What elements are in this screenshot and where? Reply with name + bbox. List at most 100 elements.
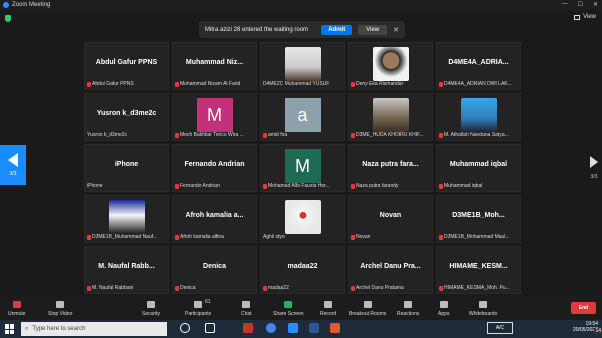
participant-name: Yusron k_d3me2c — [87, 132, 128, 138]
participant-tile[interactable]: M Moch Bakhtiar Torico Wira ... — [172, 93, 257, 141]
end-meeting-button[interactable]: End — [571, 302, 596, 314]
participant-tile[interactable]: M. Athallah Nandana Satya... — [436, 93, 521, 141]
participant-label: HIMAME_KESMA_Moh. Pu... — [439, 285, 510, 291]
participant-tile[interactable]: D3ME_HUDA KHOIRU KHIF... — [348, 93, 433, 141]
next-page-button[interactable]: 3/3 — [590, 156, 598, 180]
whiteboards-button[interactable]: Whiteboards — [469, 301, 497, 317]
participant-tile[interactable]: Denica Denica — [172, 246, 257, 294]
chrome-icon[interactable] — [266, 323, 276, 333]
arrow-right-icon — [590, 156, 598, 168]
participant-label: M. Athallah Nandana Satya... — [439, 132, 509, 138]
participant-name: Abdul Gafur PPNS — [92, 81, 134, 87]
chat-button[interactable]: Chat — [241, 301, 252, 317]
participant-name: Deny Eka Rismandar — [356, 81, 404, 87]
previous-page-button[interactable]: 3/3 — [0, 145, 26, 185]
participant-tile[interactable]: madaa22 madaa22 — [260, 246, 345, 294]
participant-tile[interactable]: iPhone iPhone — [84, 144, 169, 192]
cortana-icon[interactable] — [180, 323, 190, 333]
notification-badge[interactable]: 14 — [594, 328, 602, 334]
app-icon[interactable] — [330, 323, 340, 333]
search-placeholder: Type here to search — [32, 326, 86, 332]
mic-off-icon — [12, 301, 21, 308]
participant-avatar: M — [284, 149, 321, 183]
participant-tile[interactable]: a amid fira — [260, 93, 345, 141]
security-label: Security — [142, 311, 161, 317]
participant-name: amid fira — [268, 132, 288, 138]
reactions-label: Reactions — [397, 311, 420, 317]
participant-name: Archel Danu Pratama — [356, 285, 404, 291]
participant-label: Abdul Gafur PPNS — [87, 81, 134, 87]
mic-muted-icon — [87, 285, 91, 291]
minimize-icon[interactable]: — — [562, 1, 568, 8]
participant-photo — [284, 200, 321, 234]
participant-tile[interactable]: Novan Novan — [348, 195, 433, 243]
share-screen-button[interactable]: Share Screen — [273, 301, 304, 317]
participant-name: M. Athallah Nandana Satya... — [444, 132, 509, 138]
language-indicator[interactable]: A/C — [487, 322, 513, 334]
participant-tile[interactable]: Muhammad Niz... Muhammad Nizam Al Farid — [172, 42, 257, 90]
participant-tile[interactable]: Fernando Andrian Fernando Andrian — [172, 144, 257, 192]
participant-label: Afroh kamalia alfina — [175, 234, 224, 240]
participant-label: D3ME_HUDA KHOIRU KHIF... — [351, 132, 424, 138]
participant-tile[interactable]: Archel Danu Pra... Archel Danu Pratama — [348, 246, 433, 294]
record-button[interactable]: Record — [320, 301, 336, 317]
participant-label: Deny Eka Rismandar — [351, 81, 403, 87]
participant-tile[interactable]: M. Naufal Rabb... M. Naufal Rabbani — [84, 246, 169, 294]
admit-button[interactable]: Admit — [321, 24, 353, 35]
mic-muted-icon — [351, 234, 355, 240]
breakout-rooms-button[interactable]: Breakout Rooms — [349, 301, 386, 317]
page-indicator-left: 3/3 — [9, 171, 17, 177]
mic-muted-icon — [351, 183, 355, 189]
participant-tile[interactable]: M Mohamad Alfa Fauzia Her... — [260, 144, 345, 192]
participant-tile[interactable]: Abdul Gafur PPNS Abdul Gafur PPNS — [84, 42, 169, 90]
record-label: Record — [320, 311, 337, 317]
participant-tile[interactable]: Naza putra fara... Naza putra farandy — [348, 144, 433, 192]
app-icon[interactable] — [243, 323, 253, 333]
participant-tile[interactable]: Yusron k_d3me2c Yusron k_d3me2c — [84, 93, 169, 141]
maximize-icon[interactable]: ☐ — [578, 1, 583, 8]
participant-tile[interactable]: HIMAME_KESM... HIMAME_KESMA_Moh. Pu... — [436, 246, 521, 294]
security-shield-icon[interactable] — [5, 15, 11, 22]
reactions-button[interactable]: Reactions — [397, 301, 419, 317]
participant-tile[interactable]: Aghil styo — [260, 195, 345, 243]
participant-tile[interactable]: D4ME2C Muhammad YUSUF — [260, 42, 345, 90]
participants-count: 61 — [205, 299, 211, 305]
stop-video-button[interactable]: Stop Video — [48, 301, 72, 317]
participant-tile[interactable]: Deny Eka Rismandar — [348, 42, 433, 90]
participant-tile[interactable]: Muhammad iqbal Muhammad iqbal — [436, 144, 521, 192]
unmute-label: Unmute — [8, 311, 26, 317]
participant-name: D4ME4A_ADRIAN DWI LAK... — [444, 81, 512, 87]
view-waiting-button[interactable]: View — [358, 24, 388, 35]
unmute-button[interactable]: Unmute — [8, 301, 26, 317]
apps-icon — [439, 301, 448, 308]
stop-video-label: Stop Video — [48, 311, 73, 317]
taskbar-search-input[interactable]: ⌕ Type here to search — [21, 322, 167, 336]
close-icon[interactable]: ✕ — [393, 26, 399, 34]
word-icon[interactable] — [309, 323, 319, 333]
chat-label: Chat — [241, 311, 252, 317]
participant-name: iPhone — [87, 183, 103, 189]
participant-name: Naza putra farandy — [356, 183, 399, 189]
whiteboard-icon — [479, 301, 488, 308]
participant-tile[interactable]: D4ME4A_ADRIA... D4ME4A_ADRIAN DWI LAK... — [436, 42, 521, 90]
close-window-icon[interactable]: ✕ — [593, 1, 598, 8]
view-button[interactable]: View — [574, 14, 596, 20]
participant-tile[interactable]: D3ME1B_Moh... D3ME1B_Mohammad Maul... — [436, 195, 521, 243]
participant-label: M. Naufal Rabbani — [87, 285, 133, 291]
participant-name: M. Naufal Rabbani — [92, 285, 134, 291]
apps-button[interactable]: Apps — [438, 301, 449, 317]
mic-muted-icon — [439, 81, 443, 87]
zoom-taskbar-icon[interactable] — [288, 323, 298, 333]
mic-muted-icon — [439, 183, 443, 189]
windows-start-icon[interactable] — [5, 324, 15, 334]
participant-name: HIMAME_KESMA_Moh. Pu... — [444, 285, 510, 291]
participant-label: Muhammad Nizam Al Farid — [175, 81, 240, 87]
reactions-icon — [404, 301, 413, 308]
security-button[interactable]: Security — [142, 301, 160, 317]
mic-muted-icon — [351, 285, 355, 291]
task-view-icon[interactable] — [205, 323, 215, 333]
participant-tile[interactable]: Afroh kamalia a... Afroh kamalia alfina — [172, 195, 257, 243]
record-icon — [324, 301, 333, 308]
participant-name-large: Abdul Gafur PPNS — [95, 59, 158, 66]
participant-tile[interactable]: D3ME1B_Muhammad Nauf... — [84, 195, 169, 243]
